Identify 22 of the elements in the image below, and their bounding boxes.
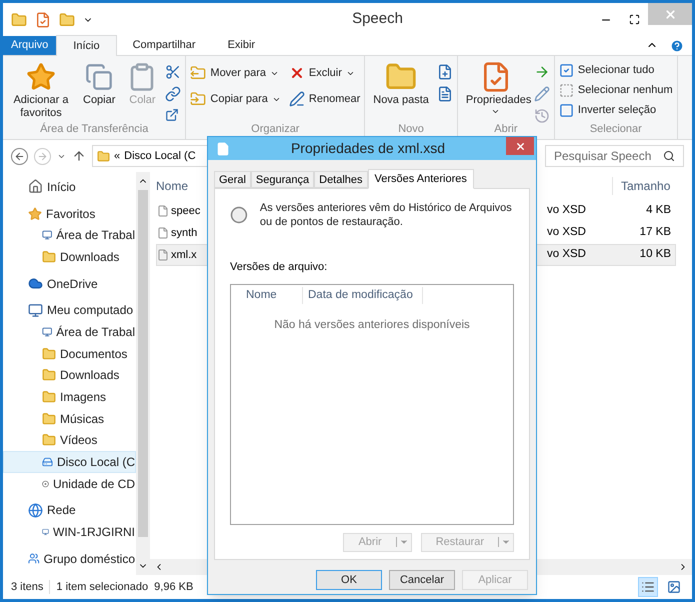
file-name: speec: [171, 204, 200, 219]
info-text: As versões anteriores vêm do Histórico de Arquivos ou de pontos de restauração.: [260, 201, 513, 229]
file-name: synth: [171, 226, 198, 241]
file-type: vo XSD: [546, 203, 587, 218]
group-label: Novo: [397, 123, 425, 137]
list-label: Versões de arquivo:: [230, 260, 328, 275]
file-name: xml.x: [171, 248, 197, 263]
status-text: 9,96 KB: [154, 580, 194, 595]
status-text: 1 item selecionado: [56, 580, 148, 595]
group-label: Organizar: [250, 123, 300, 137]
window-title: Speech: [351, 9, 404, 30]
group-label: Selecionar: [588, 123, 643, 137]
empty-message: Não há versões anteriores disponíveis: [273, 318, 471, 332]
file-size: 10 KB: [638, 247, 672, 262]
dialog-title: Propriedades de xml.xsd: [290, 139, 446, 158]
group-label: Área de Transferência: [39, 123, 150, 137]
file-size: 4 KB: [645, 203, 672, 218]
status-text: 3 itens: [11, 580, 44, 595]
group-label: Abrir: [493, 123, 519, 137]
file-size: 17 KB: [638, 225, 672, 240]
file-type: vo XSD: [546, 225, 587, 240]
file-type: vo XSD: [546, 247, 587, 262]
